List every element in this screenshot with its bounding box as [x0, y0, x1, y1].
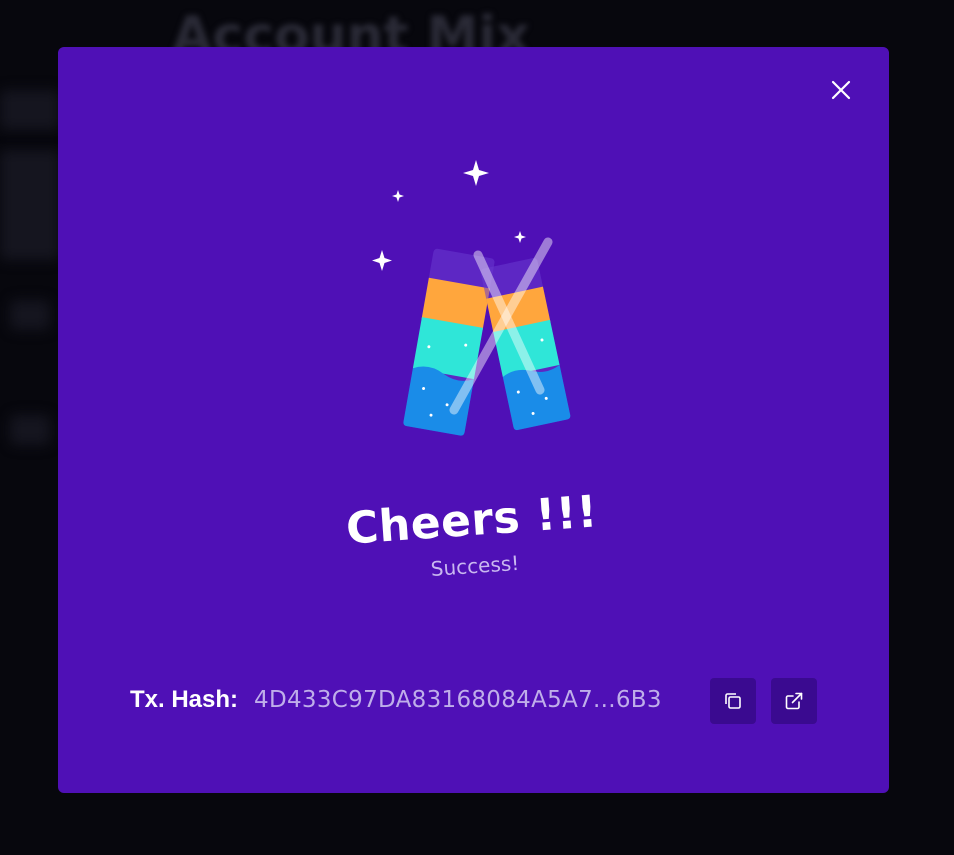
external-link-icon	[785, 692, 803, 710]
success-modal: Cheers !!! Success! Tx. Hash: 4D433C97DA…	[58, 47, 889, 793]
cheers-glasses-illustration	[372, 160, 571, 436]
background-panel	[10, 300, 50, 330]
background-panel	[10, 415, 50, 445]
copy-icon	[725, 693, 741, 709]
tx-hash-value: 4D433C97DA83168084A5A7...6B3	[254, 687, 662, 713]
message-block: Cheers !!! Success!	[56, 466, 891, 607]
copy-hash-button[interactable]	[710, 678, 756, 724]
background-panel	[0, 90, 60, 130]
tx-hash-row: Tx. Hash: 4D433C97DA83168084A5A7...6B3	[130, 677, 662, 723]
open-explorer-button[interactable]	[771, 678, 817, 724]
tx-hash-label: Tx. Hash:	[130, 686, 239, 713]
close-button[interactable]	[824, 73, 858, 107]
left-glass	[403, 248, 495, 436]
close-icon	[831, 80, 851, 100]
background-panel	[0, 150, 60, 260]
